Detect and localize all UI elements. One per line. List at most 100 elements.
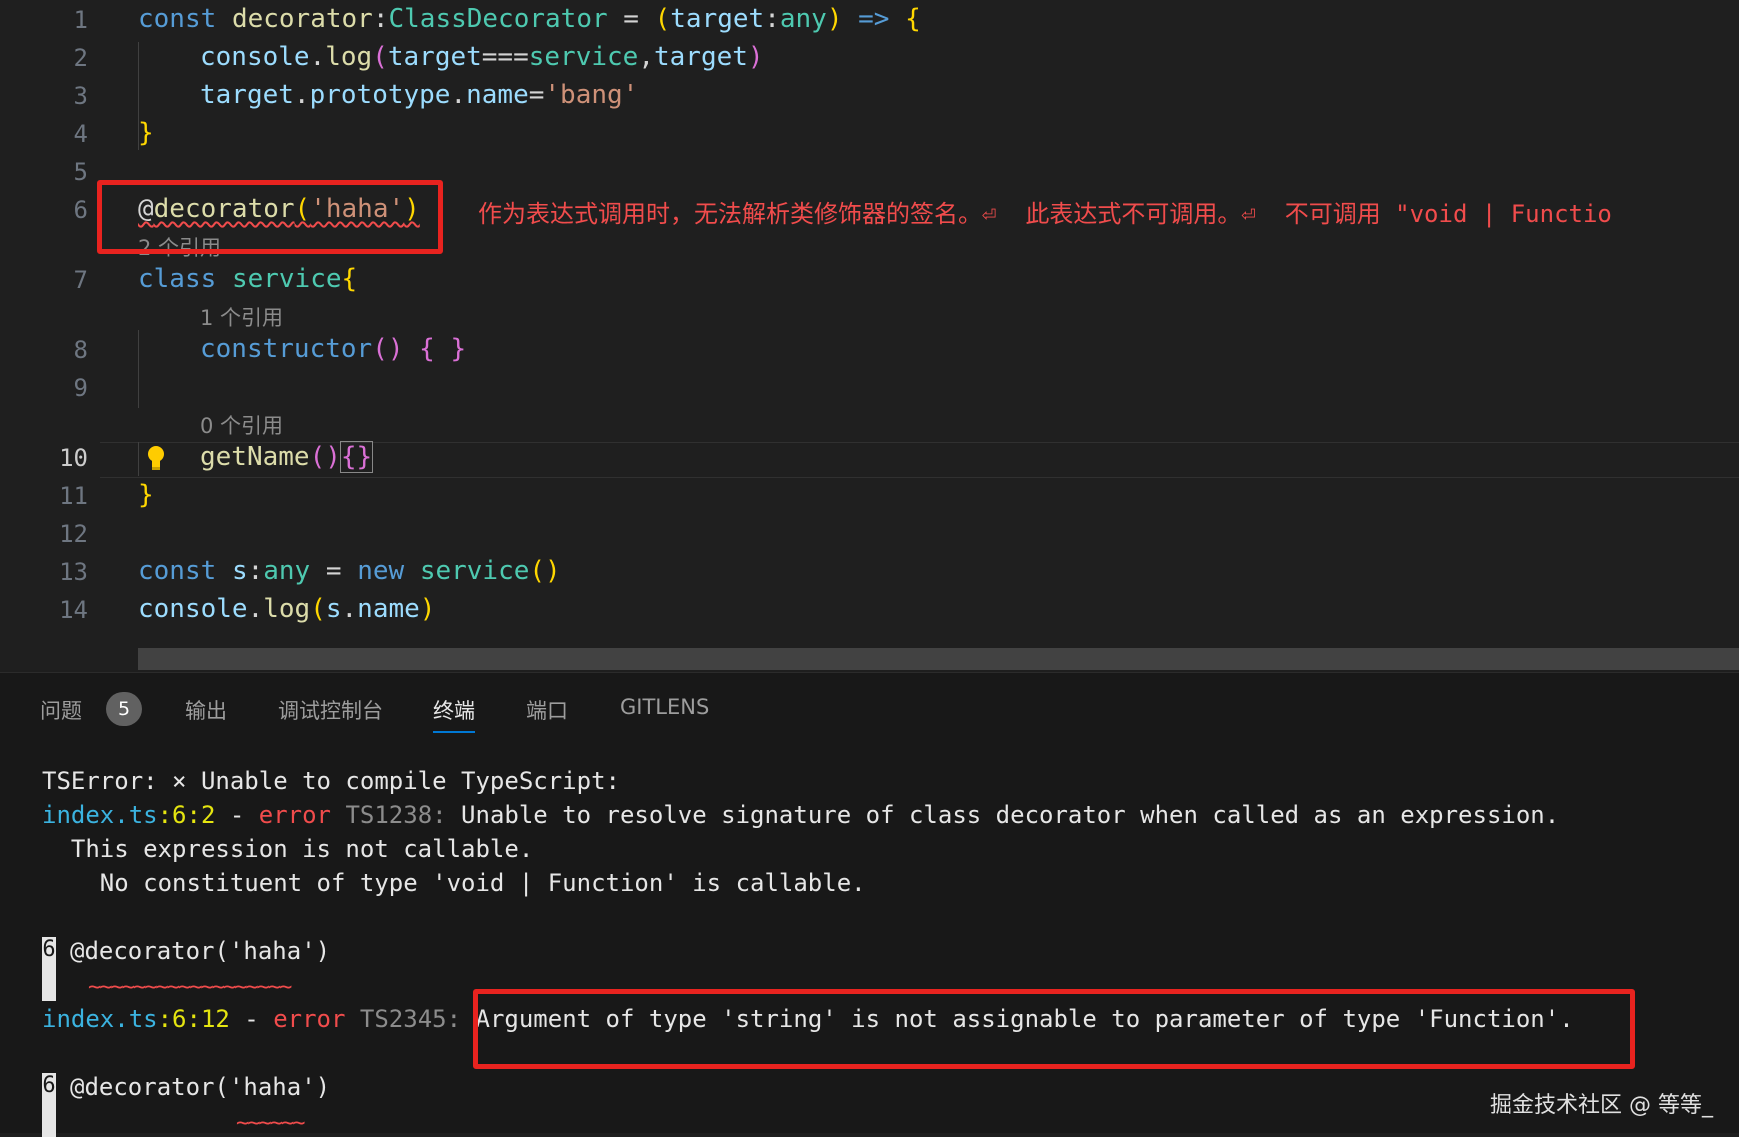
param: target [670,4,765,34]
operator: = [310,556,358,586]
bracket: ) [747,42,764,72]
code-line-13[interactable]: const s:any = new service() [138,556,561,586]
indent-guide [138,330,139,408]
separator: - [215,801,259,829]
bracket: () [372,334,404,364]
file-name[interactable]: index.ts [42,801,158,829]
watermark: 掘金技术社区 @ 等等_ [1490,1093,1713,1118]
indent-guide [138,442,139,476]
code-line-11[interactable]: } [138,480,154,510]
position: :6:2 [157,801,216,829]
error-label: error [273,1005,346,1033]
comma: , [638,42,654,72]
identifier: target [200,80,294,110]
operator: === [481,42,529,72]
line-number: 11 [59,482,88,510]
identifier: name [466,80,529,110]
line-number: 8 [73,336,88,364]
code-line-2[interactable]: console.log(target===service,target) [200,42,764,72]
tab-debug-console[interactable]: 调试控制台 [278,695,383,725]
identifier: prototype [309,80,451,110]
terminal-line: TSError: × Unable to compile TypeScript: [42,767,620,795]
bracket: } [450,334,467,364]
file-name[interactable]: index.ts [42,1005,158,1033]
line-number: 4 [73,120,88,148]
identifier: service [528,42,639,72]
line-number-gutter: 1 2 3 4 5 6 7 8 9 10 11 12 13 14 [0,0,100,670]
line-number: 7 [73,266,88,294]
code-line-8[interactable]: constructor() { } [200,334,466,364]
line-number: 1 [73,6,88,34]
error-squiggle: ~~~~~~~~~~~~~~~~~~ [88,975,292,1000]
bracket: ) [826,4,843,34]
code-line-3[interactable]: target.prototype.name='bang' [200,80,638,110]
dot: . [293,80,310,110]
tab-gitlens[interactable]: GITLENS [620,695,709,719]
keyword: new [357,556,405,586]
codelens-references[interactable]: 0 个引用 [200,410,283,440]
terminal-line: No constituent of type 'void | Function'… [42,869,866,897]
terminal-line: This expression is not callable. [42,835,534,863]
line-number: 9 [73,374,88,402]
bracket: () [529,556,561,586]
bracket: { [905,4,921,34]
identifier: name [357,594,420,624]
lightbulb-icon[interactable] [146,444,166,472]
snippet-line-number: 6 [42,1073,56,1137]
dot: . [341,594,358,624]
type-name: ClassDecorator [388,4,608,34]
terminal-error-line: index.ts:6:2 - error TS1238: Unable to r… [42,801,1559,829]
error-code: TS2345: [345,1005,462,1033]
bracket: {} [339,441,374,473]
code-line-1[interactable]: const decorator:ClassDecorator = (target… [138,4,921,34]
bottom-panel: 问题 5 输出 调试控制台 终端 端口 GITLENS TSError: × U… [0,672,1739,1137]
horizontal-scrollbar[interactable] [138,648,1739,670]
bracket: } [138,480,154,510]
bracket: ) [419,594,436,624]
dot: . [309,42,326,72]
line-number: 2 [73,44,88,72]
keyword: const [138,556,217,586]
bracket: ( [310,594,326,624]
bracket: () [309,442,341,472]
colon: : [764,4,780,34]
code-line-7[interactable]: class service{ [138,264,357,294]
bracket: ( [372,42,388,72]
identifier: target [387,42,482,72]
highlight-box [473,989,1635,1069]
identifier: decorator [231,4,373,34]
tab-label: 问题 [40,699,82,723]
identifier: s [231,556,248,586]
identifier: console [200,42,310,72]
tab-ports[interactable]: 端口 [526,695,568,725]
method: log [325,42,373,72]
dot: . [450,80,467,110]
identifier: s [325,594,342,624]
method: getName [200,442,310,472]
snippet-line-number: 6 [42,937,56,1001]
line-number-active: 10 [59,444,88,472]
bracket: ( [654,4,671,34]
colon: : [372,4,389,34]
code-line-4[interactable]: } [138,118,154,148]
tab-terminal[interactable]: 终端 [433,695,475,733]
tab-output[interactable]: 输出 [185,695,227,725]
tab-problems[interactable]: 问题 [40,695,82,725]
code-editor[interactable]: 1 2 3 4 5 6 7 8 9 10 11 12 13 14 const d… [0,0,1739,670]
bracket: { [341,264,358,294]
line-number: 13 [59,558,88,586]
code-line-14[interactable]: console.log(s.name) [138,594,435,624]
line-number: 3 [73,82,88,110]
dot: . [247,594,264,624]
identifier: target [653,42,748,72]
highlight-box [97,180,443,254]
codelens-references[interactable]: 1 个引用 [200,302,283,332]
bracket: } [138,118,154,148]
line-number: 6 [73,196,88,224]
code-line-10[interactable]: getName(){} [200,441,374,473]
keyword: class [138,264,217,294]
